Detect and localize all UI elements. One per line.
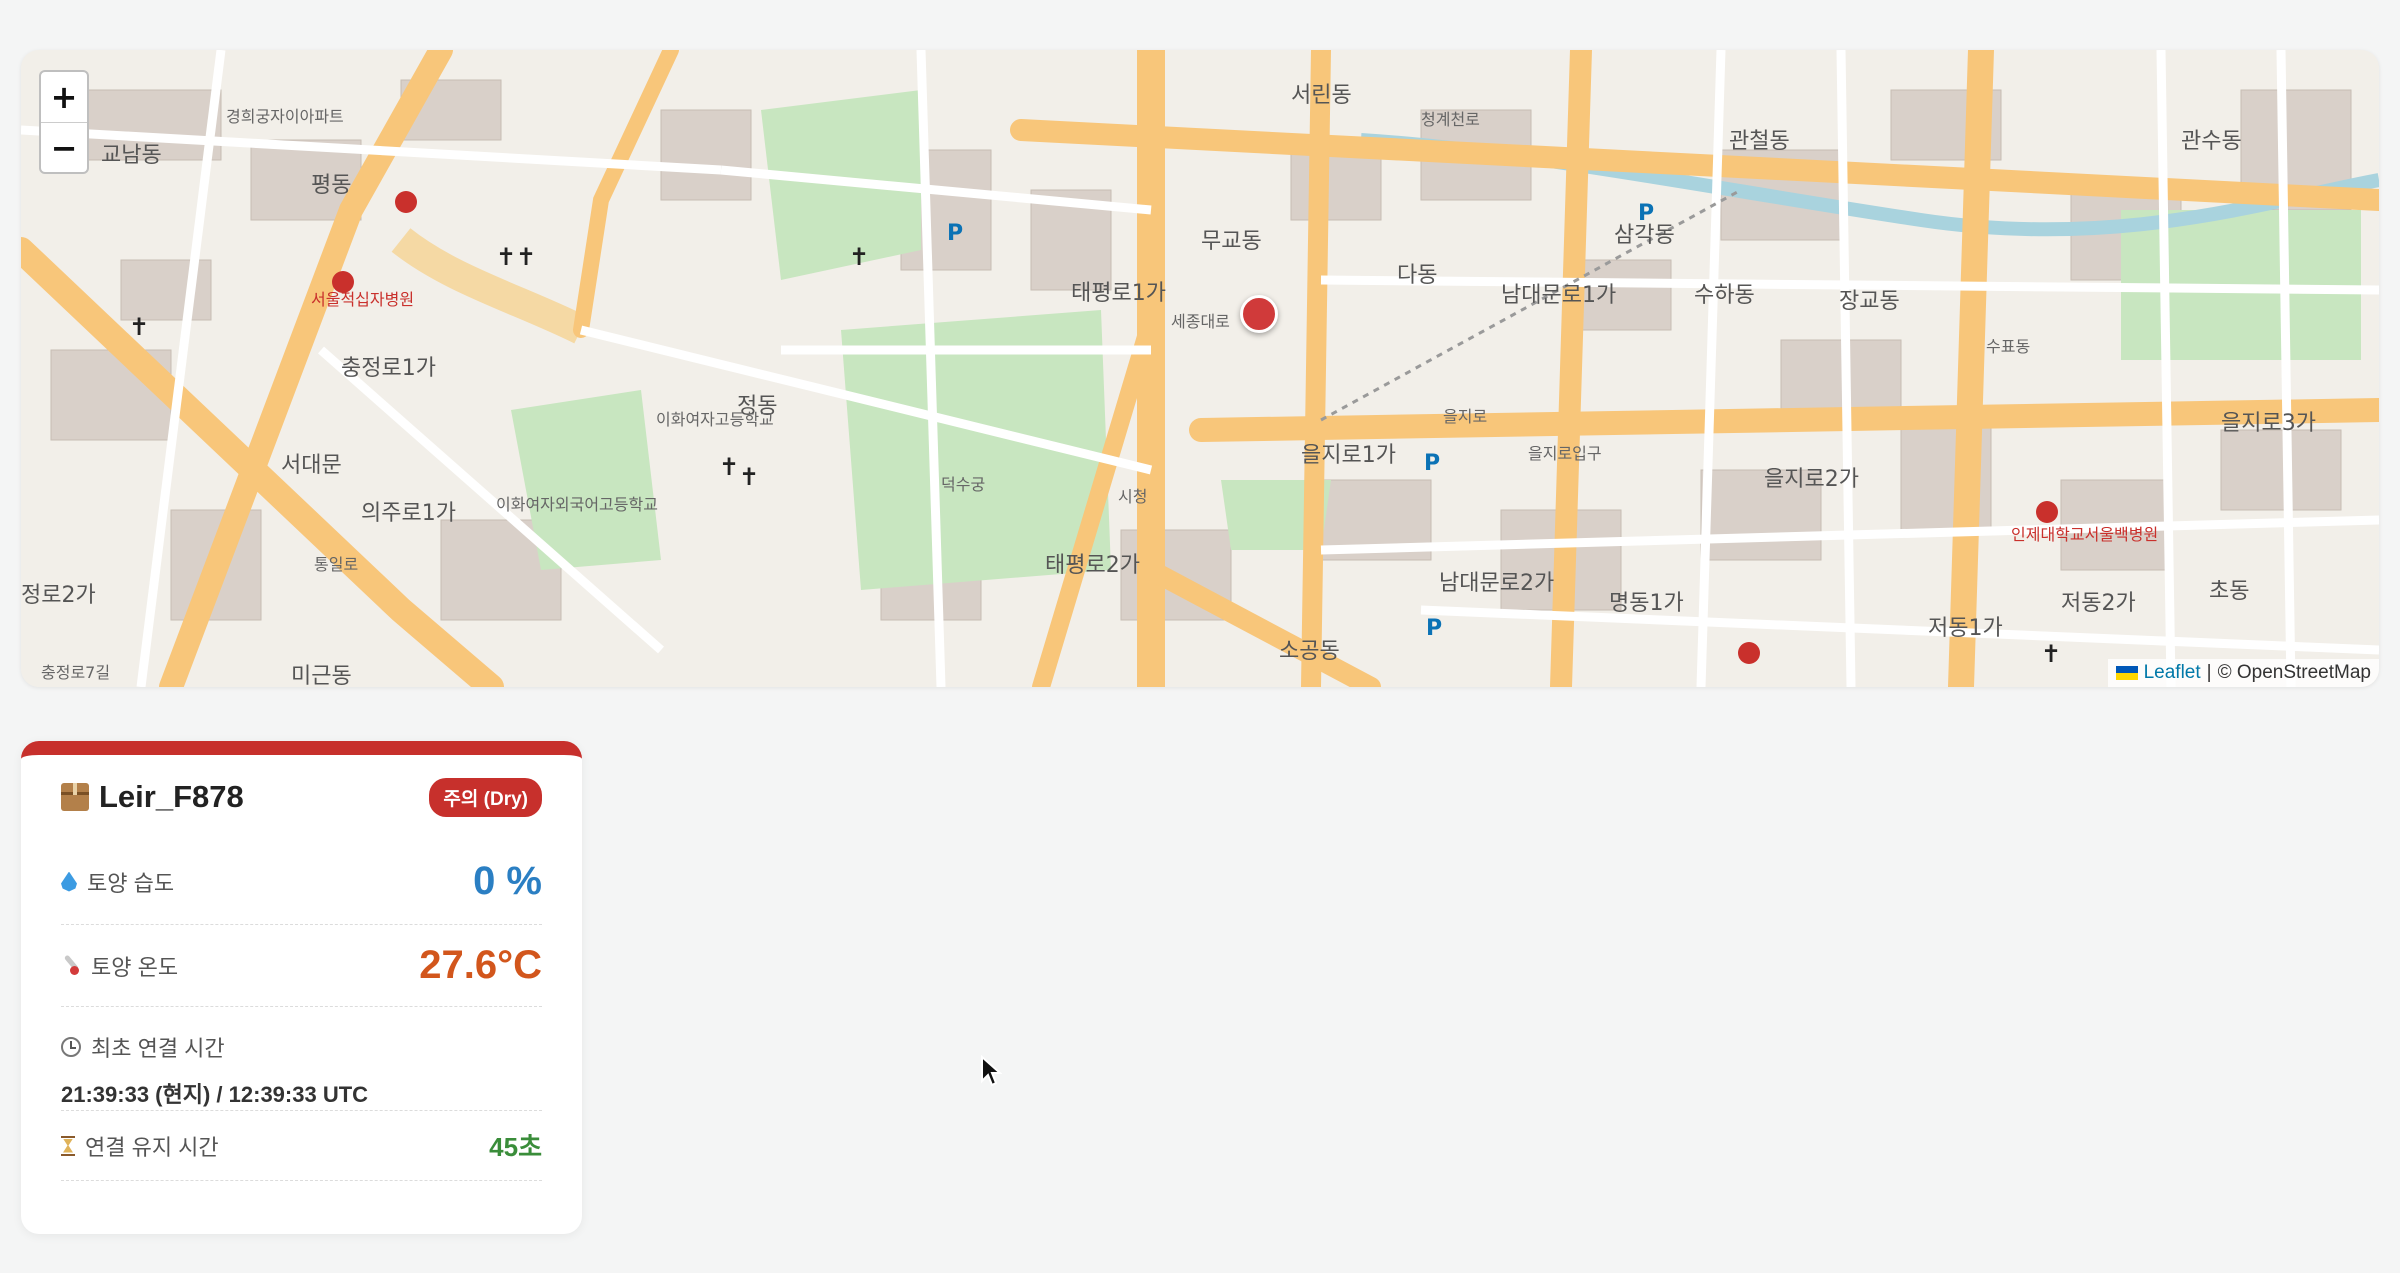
svg-text:관수동: 관수동 [2181,129,2242,154]
soil-moisture-row: 토양 습도 0 % [61,839,542,925]
svg-text:다동: 다동 [1397,263,1437,288]
svg-text:저동2가: 저동2가 [2061,591,2136,616]
svg-text:정로2가: 정로2가 [21,583,96,608]
leaflet-link[interactable]: Leaflet [2144,662,2201,684]
map-attribution: Leaflet | © OpenStreetMap [2107,659,2379,687]
thermometer-icon [61,956,81,976]
svg-text:시청: 시청 [1118,487,1147,506]
device-card: Leir_F878 주의 (Dry) 토양 습도 0 % 토양 온도 27.6°… [21,741,582,1234]
svg-text:이화여자고등학교: 이화여자고등학교 [656,410,774,429]
svg-text:✝: ✝ [496,243,516,271]
svg-text:충정로7길: 충정로7길 [41,663,110,682]
svg-text:미근동: 미근동 [291,664,352,687]
svg-text:을지로1가: 을지로1가 [1301,443,1396,468]
svg-text:을지로: 을지로 [1443,407,1487,426]
svg-text:삼각동: 삼각동 [1614,223,1675,248]
svg-text:명동1가: 명동1가 [1609,591,1684,616]
svg-text:✝: ✝ [129,313,149,341]
svg-text:✝: ✝ [849,243,869,271]
droplet-icon [61,871,77,892]
svg-text:통일로: 통일로 [314,555,358,574]
svg-text:✝: ✝ [516,243,536,271]
osm-attribution[interactable]: © OpenStreetMap [2218,662,2371,684]
first-connected-row: 최초 연결 시간 21:39:33 (현지) / 12:39:33 UTC [61,1007,542,1111]
soil-temp-label: 토양 온도 [91,954,179,980]
soil-temp-row: 토양 온도 27.6°C [61,925,542,1007]
svg-text:의주로1가: 의주로1가 [361,501,456,526]
svg-text:남대문로2가: 남대문로2가 [1439,571,1554,596]
svg-text:✝: ✝ [2041,640,2061,668]
ukraine-flag-icon [2115,666,2138,680]
svg-text:P: P [947,221,963,246]
svg-text:인제대학교서울백병원: 인제대학교서울백병원 [2011,525,2158,544]
svg-text:을지로3가: 을지로3가 [2221,411,2316,436]
svg-text:남대문로1가: 남대문로1가 [1501,283,1616,308]
svg-text:태평로1가: 태평로1가 [1071,281,1166,306]
svg-text:경희궁자이아파트: 경희궁자이아파트 [226,107,344,126]
svg-text:소공동: 소공동 [1279,639,1340,664]
attribution-separator: | [2206,662,2212,683]
hourglass-icon [61,1135,75,1156]
svg-text:P: P [1426,616,1442,641]
first-connected-label: 최초 연결 시간 [91,1036,225,1061]
uptime-label: 연결 유지 시간 [85,1134,219,1160]
svg-text:수표동: 수표동 [1986,337,2030,356]
svg-text:✝: ✝ [739,463,759,491]
zoom-control: + − [39,70,89,174]
zoom-out-button[interactable]: − [41,122,87,172]
map-tiles[interactable]: PPPP ✝ ✝ ✝ ✝ ✝✝✝ 서린동 관철동 관수동 무교동 다동 태평로1가 남… [21,50,2379,687]
package-icon [61,783,89,811]
clock-icon [61,1037,81,1057]
svg-text:이화여자외국어고등학교: 이화여자외국어고등학교 [496,495,658,514]
svg-text:서대문: 서대문 [281,453,342,478]
svg-text:태평로2가: 태평로2가 [1045,553,1140,578]
svg-text:수하동: 수하동 [1694,283,1755,308]
first-connected-value: 21:39:33 (현지) / 12:39:33 UTC [61,1082,369,1107]
svg-text:저동1가: 저동1가 [1928,616,2003,641]
svg-text:P: P [1424,451,1440,476]
device-name: Leir_F878 [99,779,244,814]
uptime-row: 연결 유지 시간 45초 [61,1111,542,1181]
svg-text:서울적십자병원: 서울적십자병원 [311,290,414,309]
map[interactable]: PPPP ✝ ✝ ✝ ✝ ✝ ✝ ✝ 서린동 관철동 관수동 무교동 다동 태평로1가 남… [21,50,2379,687]
svg-text:을지로입구: 을지로입구 [1528,444,1602,463]
svg-text:✝: ✝ [719,453,739,481]
svg-text:초동: 초동 [2209,579,2249,604]
soil-temp-value: 27.6°C [419,943,542,987]
svg-text:평동: 평동 [311,173,351,198]
device-location-marker[interactable] [1240,295,1278,333]
svg-text:덕수궁: 덕수궁 [941,475,985,494]
device-title: Leir_F878 [61,779,244,815]
svg-text:교남동: 교남동 [101,143,162,168]
svg-text:관철동: 관철동 [1729,129,1790,154]
status-badge: 주의 (Dry) [429,777,542,817]
svg-text:충정로1가: 충정로1가 [341,356,436,381]
zoom-in-button[interactable]: + [41,72,87,122]
mouse-cursor-icon [981,1055,1002,1087]
svg-text:을지로2가: 을지로2가 [1764,467,1859,492]
soil-moisture-value: 0 % [473,859,542,903]
soil-moisture-label: 토양 습도 [87,870,175,896]
svg-text:장교동: 장교동 [1839,289,1900,314]
svg-text:세종대로: 세종대로 [1171,312,1230,331]
uptime-value: 45초 [489,1132,542,1162]
svg-text:청계천로: 청계천로 [1421,110,1480,129]
svg-text:무교동: 무교동 [1201,229,1262,254]
svg-text:서린동: 서린동 [1291,83,1352,108]
